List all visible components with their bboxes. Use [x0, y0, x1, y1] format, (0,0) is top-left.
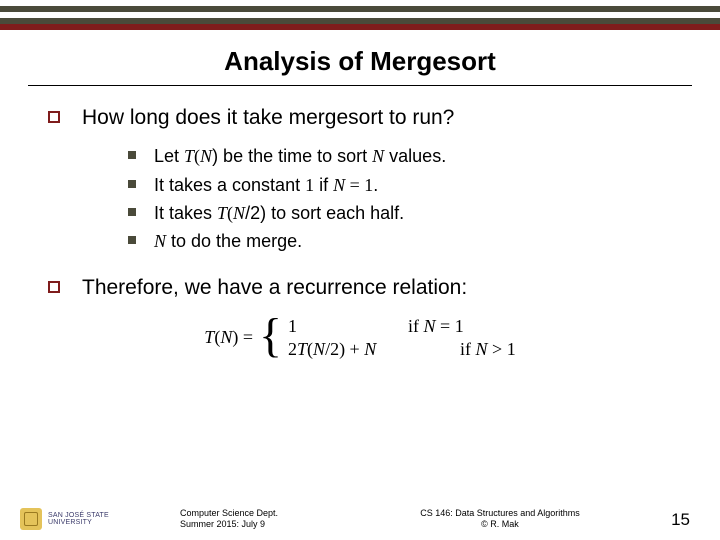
footer-left: Computer Science Dept. Summer 2015: July…	[180, 508, 360, 531]
sub-bullet-icon	[128, 180, 136, 188]
list-item: It takes T(N/2) to sort each half.	[128, 201, 672, 225]
bullet-1-text: How long does it take mergesort to run?	[82, 104, 454, 132]
eq-case-1: 1 if N = 1	[288, 316, 516, 337]
list-item: N to do the merge.	[128, 229, 672, 253]
sub-2-text: It takes a constant 1 if N = 1.	[154, 173, 378, 197]
brace-icon: {	[259, 317, 282, 359]
footer: SAN JOSÉ STATE UNIVERSITY Computer Scien…	[0, 508, 720, 531]
sub-3-text: It takes T(N/2) to sort each half.	[154, 201, 404, 225]
sub-bullet-icon	[128, 151, 136, 159]
sub-1-text: Let T(N) be the time to sort N values.	[154, 144, 446, 168]
sub-bullet-icon	[128, 208, 136, 216]
footer-center: CS 146: Data Structures and Algorithms ©…	[360, 508, 640, 531]
sub-4-text: N to do the merge.	[154, 229, 302, 253]
bullet-icon	[48, 111, 60, 123]
bullet-1: How long does it take mergesort to run?	[48, 104, 672, 132]
content-area: How long does it take mergesort to run? …	[0, 86, 720, 360]
recurrence-equation: T(N) = { 1 if N = 1 2T(N/2) + N if N > 1	[48, 316, 672, 360]
eq-lhs: T(N) =	[204, 327, 253, 348]
eq-case-2: 2T(N/2) + N if N > 1	[288, 339, 516, 360]
list-item: It takes a constant 1 if N = 1.	[128, 173, 672, 197]
sub-bullet-icon	[128, 236, 136, 244]
bullet-2-text: Therefore, we have a recurrence relation…	[82, 274, 467, 302]
decorative-top-bars	[0, 0, 720, 30]
page-title: Analysis of Mergesort	[0, 46, 720, 85]
list-item: Let T(N) be the time to sort N values.	[128, 144, 672, 168]
logo-text: SAN JOSÉ STATE UNIVERSITY	[48, 512, 109, 527]
bullet-icon	[48, 281, 60, 293]
university-logo: SAN JOSÉ STATE UNIVERSITY	[20, 508, 180, 530]
logo-icon	[20, 508, 42, 530]
page-number: 15	[640, 510, 690, 530]
eq-cases: 1 if N = 1 2T(N/2) + N if N > 1	[288, 316, 516, 360]
bullet-2: Therefore, we have a recurrence relation…	[48, 274, 672, 302]
sub-bullet-list: Let T(N) be the time to sort N values. I…	[128, 144, 672, 253]
